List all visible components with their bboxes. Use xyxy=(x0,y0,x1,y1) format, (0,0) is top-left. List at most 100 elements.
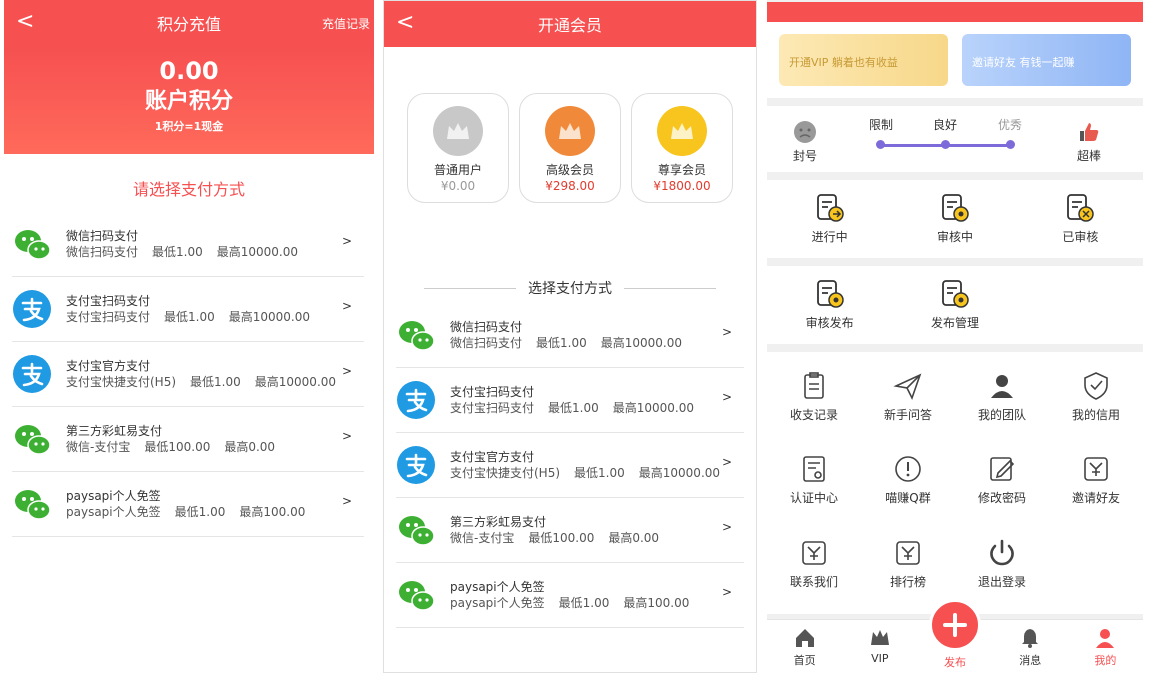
plan-price: ¥298.00 xyxy=(545,179,595,193)
menu-label: 认证中心 xyxy=(789,491,838,506)
team-icon xyxy=(986,370,1018,402)
invite-friends-item[interactable]: 邀请好友 xyxy=(1049,447,1143,527)
wechat-icon xyxy=(396,575,436,615)
section-title: 选择支付方式 xyxy=(528,281,612,297)
crown-icon xyxy=(545,106,595,156)
tab-label: 首页 xyxy=(793,654,816,667)
payment-method: paysapi个人免签 xyxy=(66,505,161,519)
plan-name: 普通用户 xyxy=(433,163,482,177)
wechat-icon xyxy=(12,419,52,459)
reviewed-item[interactable]: 已审核 xyxy=(1018,180,1143,258)
verification-item[interactable]: 认证中心 xyxy=(767,447,861,527)
payment-min: 最低1.00 xyxy=(536,336,587,350)
ranking-item[interactable]: 排行榜 xyxy=(861,531,955,611)
payment-option[interactable]: 第三方彩虹易支付 微信-支付宝 最低100.00 最高0.00 > xyxy=(396,498,744,563)
tab-messages[interactable]: 消息 xyxy=(993,620,1068,673)
plan-card[interactable]: 尊享会员 ¥1800.00 xyxy=(631,93,733,203)
plus-icon xyxy=(943,613,967,637)
logout-item[interactable]: 退出登录 xyxy=(955,531,1049,611)
qq-group-item[interactable]: 喵赚Q群 xyxy=(861,447,955,527)
payment-max: 最高10000.00 xyxy=(228,310,311,324)
invite-banner[interactable]: 邀请好友 有钱一起赚 xyxy=(962,34,1131,86)
payment-option[interactable]: 支付宝官方支付 支付宝快捷支付(H5) 最低1.00 最高10000.00 > xyxy=(396,433,744,498)
banner-row: 开通VIP 躺着也有收益 邀请好友 有钱一起赚 xyxy=(767,22,1143,98)
back-button[interactable]: < xyxy=(16,8,34,36)
in-progress-item[interactable]: 进行中 xyxy=(767,180,892,258)
divider xyxy=(624,287,716,289)
payment-texts: 第三方彩虹易支付 微信-支付宝 最低100.00 最高0.00 xyxy=(450,514,673,546)
faq-item[interactable]: 新手问答 xyxy=(861,364,955,444)
payment-option[interactable]: 支付宝扫码支付 支付宝扫码支付 最低1.00 最高10000.00 > xyxy=(12,277,364,342)
tab-mine[interactable]: 我的 xyxy=(1068,620,1143,673)
payment-name: 微信扫码支付 xyxy=(66,229,139,243)
tab-label: 消息 xyxy=(1019,654,1042,667)
payment-option[interactable]: paysapi个人免签 paysapi个人免签 最低1.00 最高100.00 > xyxy=(396,563,744,628)
credit-level: 良好 xyxy=(933,118,958,132)
payment-texts: 微信扫码支付 微信扫码支付 最低1.00 最高10000.00 xyxy=(450,319,696,351)
menu-grid: 收支记录 新手问答 我的团队 我的信用认证中心 喵赚Q群 修改密码 邀请好友联系我们 排行榜 退… xyxy=(767,352,1143,614)
plan-card[interactable]: 普通用户 ¥0.00 xyxy=(407,93,509,203)
my-credit-item[interactable]: 我的信用 xyxy=(1049,364,1143,444)
back-button[interactable]: < xyxy=(396,9,414,37)
reviewing-item[interactable]: 审核中 xyxy=(892,180,1017,258)
balance-panel: 0.00 账户积分 1积分=1现金 xyxy=(4,46,374,154)
payment-option[interactable]: 第三方彩虹易支付 微信-支付宝 最低100.00 最高0.00 > xyxy=(12,407,364,472)
tab-label: 我的 xyxy=(1094,654,1117,667)
crown-icon xyxy=(433,106,483,156)
my-team-item[interactable]: 我的团队 xyxy=(955,364,1049,444)
exchange-rate: 1积分=1现金 xyxy=(154,120,224,133)
payment-name: 微信扫码支付 xyxy=(450,320,523,334)
payment-min: 最低1.00 xyxy=(174,505,226,519)
menu-label: 退出登录 xyxy=(977,574,1026,589)
power-icon xyxy=(986,537,1018,569)
crown-icon xyxy=(657,106,707,156)
payment-max: 最高10000.00 xyxy=(600,336,683,350)
payment-option[interactable]: 微信扫码支付 微信扫码支付 最低1.00 最高10000.00 > xyxy=(396,303,744,368)
payment-desc: paysapi个人免签 最低1.00 最高100.00 xyxy=(66,504,319,520)
change-password-item[interactable]: 修改密码 xyxy=(955,447,1049,527)
credit-high: 超棒 xyxy=(1069,120,1109,164)
payment-section-header: 选择支付方式 xyxy=(384,273,756,303)
publish-fab[interactable] xyxy=(929,599,981,651)
plan-name: 尊享会员 xyxy=(657,163,706,177)
payment-method: 支付宝快捷支付(H5) xyxy=(450,466,561,480)
credit-dot xyxy=(1006,140,1015,149)
tab-vip[interactable]: VIP xyxy=(842,620,917,673)
tab-home[interactable]: 首页 xyxy=(767,620,842,673)
credit-level: 限制 xyxy=(869,118,894,132)
payment-name: paysapi个人免签 xyxy=(66,489,161,503)
review-publish-item[interactable]: 审核发布 xyxy=(767,266,892,344)
menu-label: 喵赚Q群 xyxy=(885,491,931,506)
payment-option[interactable]: paysapi个人免签 paysapi个人免签 最低1.00 最高100.00 > xyxy=(12,472,364,537)
contact-us-item[interactable]: 联系我们 xyxy=(767,531,861,611)
payment-min: 最低100.00 xyxy=(528,531,595,545)
payment-texts: paysapi个人免签 paysapi个人免签 最低1.00 最高100.00 xyxy=(66,488,319,520)
vip-banner[interactable]: 开通VIP 躺着也有收益 xyxy=(779,34,948,86)
payment-option[interactable]: 支付宝扫码支付 支付宝扫码支付 最低1.00 最高10000.00 > xyxy=(396,368,744,433)
payment-max: 最高10000.00 xyxy=(612,401,695,415)
plan-card[interactable]: 高级会员 ¥298.00 xyxy=(519,93,621,203)
menu-label: 联系我们 xyxy=(789,574,838,589)
menu-label: 邀请好友 xyxy=(1071,491,1120,506)
payment-option[interactable]: 微信扫码支付 微信扫码支付 最低1.00 最高10000.00 > xyxy=(12,212,364,277)
profile-screen: 开通VIP 躺着也有收益 邀请好友 有钱一起赚 封号 限制 良好 优秀 超棒 进… xyxy=(767,0,1143,673)
document-icon xyxy=(814,192,846,224)
edit-icon xyxy=(986,453,1018,485)
tab-label: 发布 xyxy=(944,656,966,669)
credit-level: 优秀 xyxy=(998,118,1023,132)
payment-texts: 支付宝扫码支付 支付宝扫码支付 最低1.00 最高10000.00 xyxy=(450,384,708,416)
payment-desc: 微信扫码支付 最低1.00 最高10000.00 xyxy=(450,335,696,351)
chevron-right-icon: > xyxy=(341,494,352,508)
payment-texts: 支付宝扫码支付 支付宝扫码支付 最低1.00 最高10000.00 xyxy=(66,293,324,325)
vip-screen: < 开通会员 普通用户 ¥0.00 高级会员 ¥298.00 尊享会员 ¥1800.00 … xyxy=(383,0,757,673)
document-icon xyxy=(939,278,971,310)
income-record-item[interactable]: 收支记录 xyxy=(767,364,861,444)
payment-texts: 支付宝官方支付 支付宝快捷支付(H5) 最低1.00 最高10000.00 xyxy=(450,449,734,481)
credit-dot xyxy=(941,140,950,149)
payment-max: 最高100.00 xyxy=(239,505,306,519)
wechat-icon xyxy=(12,484,52,524)
payment-option[interactable]: 支付宝官方支付 支付宝快捷支付(H5) 最低1.00 最高10000.00 > xyxy=(12,342,364,407)
publish-manage-item[interactable]: 发布管理 xyxy=(892,266,1017,344)
payment-desc: 支付宝扫码支付 最低1.00 最高10000.00 xyxy=(450,400,708,416)
recharge-record-link[interactable]: 充值记录 xyxy=(322,15,370,32)
